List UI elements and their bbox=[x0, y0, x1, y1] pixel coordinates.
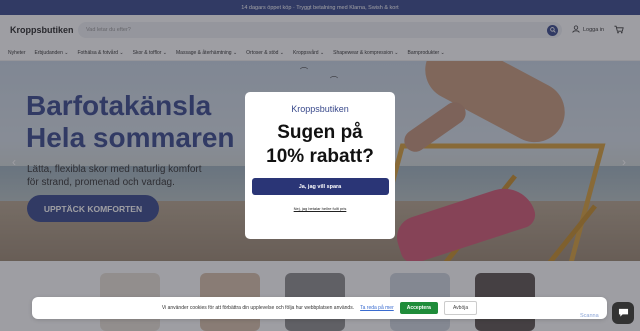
cookie-more-link[interactable]: Ta reda på mer bbox=[360, 305, 394, 311]
popup-title-line: 10% rabatt? bbox=[266, 146, 374, 167]
popup-title: Sugen på 10% rabatt? bbox=[245, 121, 395, 169]
accept-discount-button[interactable]: Ja, jag vill spara bbox=[251, 178, 389, 195]
cookie-text: Vi använder cookies för att förbättra di… bbox=[161, 305, 355, 311]
cookie-banner: Vi använder cookies för att förbättra di… bbox=[32, 297, 607, 319]
popup-logo: Kroppsbutiken bbox=[291, 104, 349, 114]
decline-discount-link[interactable]: Nej, jag betalar hellre fullt pris bbox=[245, 206, 395, 211]
cookie-reject-button[interactable]: Avböja bbox=[443, 301, 478, 315]
scan-widget-label[interactable]: Scanna bbox=[580, 313, 599, 319]
discount-popup: Kroppsbutiken Sugen på 10% rabatt? Ja, j… bbox=[245, 92, 395, 239]
popup-title-line: Sugen på bbox=[277, 122, 363, 143]
cookie-accept-button[interactable]: Acceptera bbox=[399, 302, 438, 314]
chat-icon[interactable] bbox=[612, 302, 634, 324]
